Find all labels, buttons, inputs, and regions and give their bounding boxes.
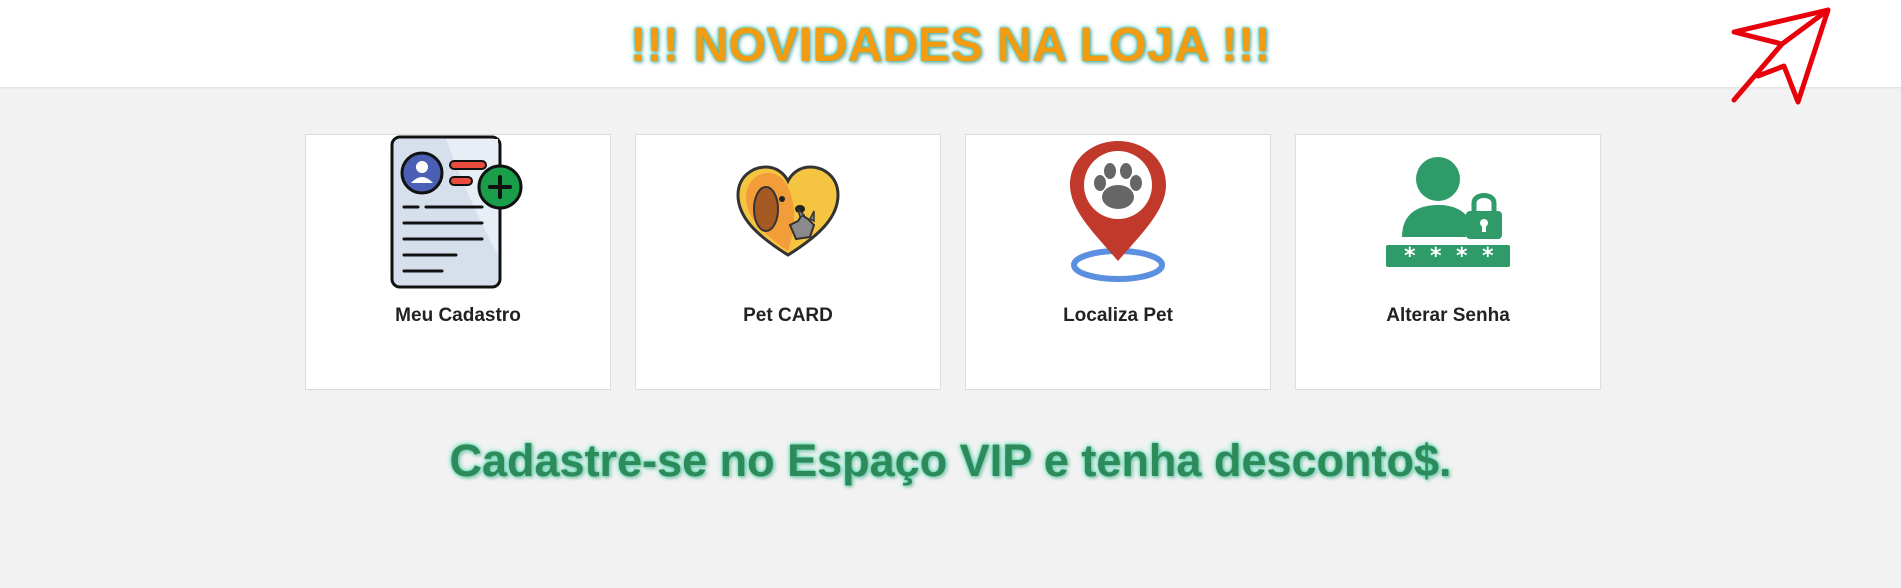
red-arrow-cursor-icon bbox=[1731, 7, 1831, 105]
card-label: Alterar Senha bbox=[1386, 305, 1510, 326]
paw-location-pin-icon bbox=[1070, 141, 1166, 282]
card-localiza-pet[interactable]: Localiza Pet bbox=[965, 134, 1271, 390]
user-lock-password-icon: * * * * bbox=[1386, 157, 1510, 269]
svg-text:*: * bbox=[1456, 244, 1468, 269]
service-cards: Meu Cadastro Pet CARD Localiza Pet * * *… bbox=[305, 134, 1601, 390]
card-alterar-senha[interactable]: * * * * Alterar Senha bbox=[1295, 134, 1601, 390]
svg-text:*: * bbox=[1482, 244, 1494, 269]
card-icon-area bbox=[636, 135, 940, 295]
pet-heart-icon bbox=[736, 165, 840, 257]
card-icon-area bbox=[306, 135, 610, 295]
card-meu-cadastro[interactable]: Meu Cadastro bbox=[305, 134, 611, 390]
card-icon-area bbox=[966, 135, 1270, 295]
card-label: Pet CARD bbox=[743, 305, 833, 326]
card-label: Meu Cadastro bbox=[395, 305, 521, 326]
card-pet-card[interactable]: Pet CARD bbox=[635, 134, 941, 390]
vip-promo-text: Cadastre-se no Espaço VIP e tenha descon… bbox=[449, 435, 1452, 486]
card-label: Localiza Pet bbox=[1063, 305, 1173, 326]
svg-text:*: * bbox=[1404, 244, 1416, 269]
card-icon-area: * * * * bbox=[1296, 135, 1600, 295]
registration-form-icon bbox=[390, 135, 523, 289]
svg-text:*: * bbox=[1430, 244, 1442, 269]
news-headline: !!! NOVIDADES NA LOJA !!! bbox=[630, 19, 1271, 72]
